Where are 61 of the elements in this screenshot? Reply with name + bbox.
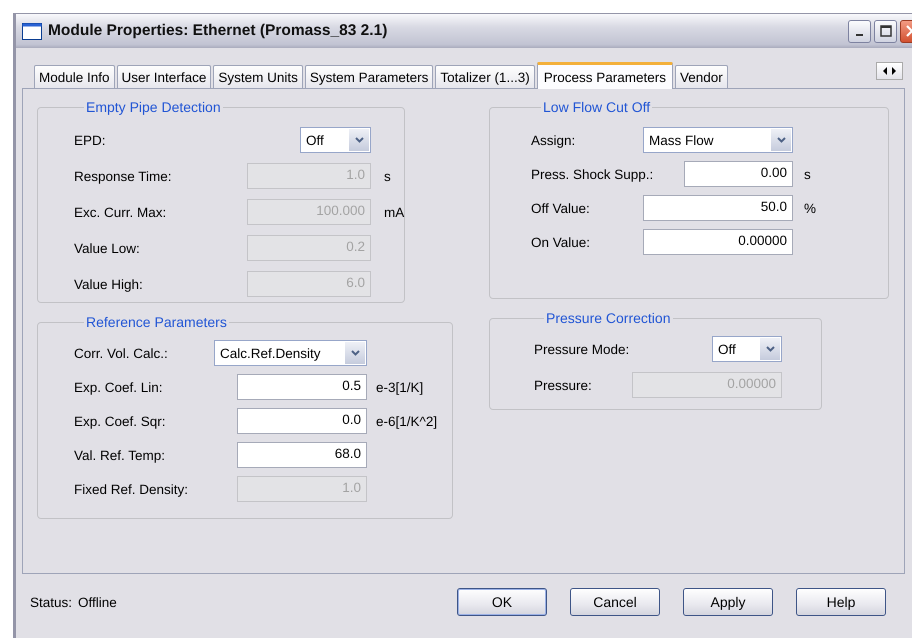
unit-label: mA bbox=[384, 204, 404, 220]
field-label: Exp. Coef. Lin: bbox=[74, 380, 164, 394]
caret-icon bbox=[350, 350, 360, 356]
caret-icon bbox=[354, 137, 364, 143]
tab[interactable]: System Parameters bbox=[304, 65, 434, 88]
field-label: Value Low: bbox=[74, 240, 141, 256]
status-label: Status: bbox=[30, 594, 72, 610]
group-title: Reference Parameters bbox=[85, 314, 228, 330]
tab[interactable]: Totalizer (1...3) bbox=[435, 65, 535, 88]
tab[interactable]: System Units bbox=[213, 65, 303, 88]
group-title: Empty Pipe Detection bbox=[85, 99, 222, 115]
field-label: Fixed Ref. Density: bbox=[74, 482, 190, 496]
group-title: Low Flow Cut Off bbox=[542, 99, 652, 115]
tab[interactable]: User Interface bbox=[116, 65, 212, 88]
left-arrow-icon[interactable] bbox=[881, 67, 889, 75]
dialog-button[interactable]: Help bbox=[796, 588, 886, 616]
unit-label: % bbox=[804, 200, 818, 216]
tab[interactable]: Module Info bbox=[34, 65, 115, 88]
window-title: Module Properties: Ethernet (Promass_83 2.1) bbox=[48, 22, 388, 40]
field-label: Press. Shock Supp.: bbox=[531, 166, 654, 182]
caret-icon bbox=[776, 137, 786, 143]
unit-label: s bbox=[384, 168, 392, 184]
input-field[interactable]: 0.00 bbox=[684, 161, 793, 187]
tab[interactable]: Vendor bbox=[675, 65, 728, 88]
dropdown[interactable]: Mass Flow bbox=[643, 127, 793, 153]
dropdown[interactable]: Calc.Ref.Density bbox=[214, 340, 367, 366]
dialog-button[interactable]: Apply bbox=[683, 588, 773, 616]
maximize-button[interactable] bbox=[874, 20, 897, 42]
input-field[interactable]: 50.0 bbox=[643, 195, 793, 221]
group-title: Pressure Correction bbox=[545, 310, 672, 326]
input-field[interactable]: 68.0 bbox=[237, 442, 367, 468]
field-label: Exp. Coef. Sqr: bbox=[74, 414, 167, 428]
field-label: On Value: bbox=[531, 234, 592, 250]
field-label: Response Time: bbox=[74, 168, 173, 184]
right-arrow-icon[interactable] bbox=[890, 67, 898, 75]
field-label: Assign: bbox=[531, 132, 576, 148]
caret-icon bbox=[766, 346, 774, 352]
window-icon bbox=[22, 22, 42, 40]
input-field[interactable]: 0.0 bbox=[237, 408, 367, 434]
field-label: Off Value: bbox=[531, 200, 591, 216]
unit-label: e-3[1/K] bbox=[376, 380, 424, 394]
field-label: Val. Ref. Temp: bbox=[74, 448, 166, 462]
field-label: Pressure Mode: bbox=[534, 342, 630, 356]
dialog-button[interactable]: Cancel bbox=[570, 588, 660, 616]
minimize-icon bbox=[856, 34, 863, 36]
field-label: Value High: bbox=[74, 276, 144, 292]
unit-label: e-6[1/K^2] bbox=[376, 414, 438, 428]
dropdown[interactable]: Off bbox=[300, 127, 371, 153]
tab-scroll-buttons[interactable] bbox=[876, 62, 903, 80]
input-field[interactable]: 0.00000 bbox=[643, 229, 793, 255]
tab[interactable]: Process Parameters bbox=[536, 62, 673, 89]
unit-label: s bbox=[804, 166, 812, 182]
status-value: Offline bbox=[78, 594, 117, 610]
field-label: Pressure: bbox=[534, 378, 593, 392]
field-label: EPD: bbox=[74, 132, 107, 148]
input-field[interactable]: 0.5 bbox=[237, 374, 367, 400]
field-label: Exc. Curr. Max: bbox=[74, 204, 168, 220]
maximize-icon bbox=[880, 25, 892, 37]
minimize-button[interactable] bbox=[848, 20, 871, 42]
dropdown[interactable]: Off bbox=[712, 336, 782, 362]
dialog-button[interactable]: OK bbox=[457, 588, 547, 616]
